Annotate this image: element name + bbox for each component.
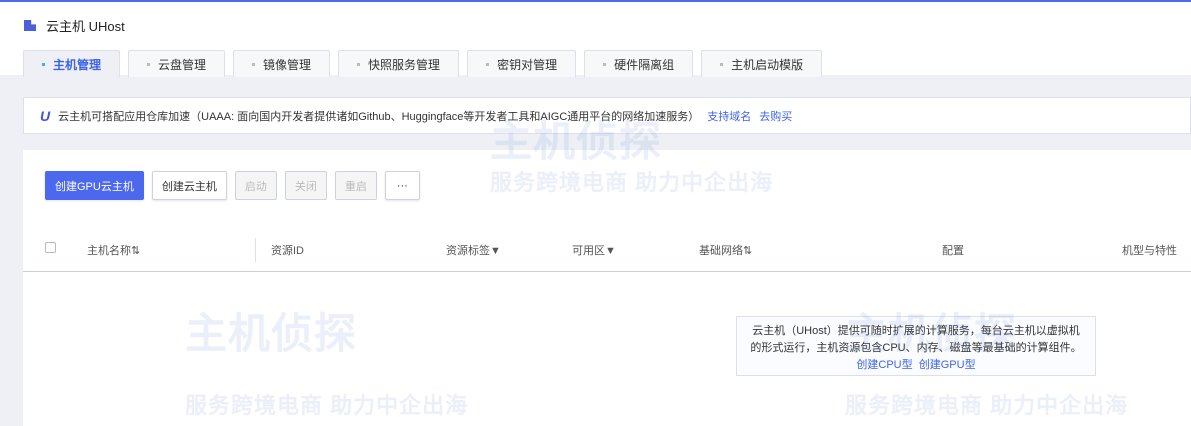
empty-state: 云主机（UHost）提供可随时扩展的计算服务，每台云主机以虚拟机 的形式运行，主… — [736, 316, 1096, 376]
dot-icon — [357, 62, 361, 66]
dot-icon — [147, 62, 151, 66]
buy-link[interactable]: 去购买 — [759, 108, 792, 124]
col-resource-id: 资源ID — [271, 245, 304, 257]
tab-image-management[interactable]: 镜像管理 — [233, 50, 331, 77]
column-divider — [255, 238, 256, 262]
col-machine-type: 机型与特性 — [1122, 245, 1177, 257]
notice-banner: U 云主机可搭配应用仓库加速（UAAA: 面向国内开发者提供诸如Github、H… — [23, 97, 1191, 134]
col-resource-tags[interactable]: 资源标签▼ — [446, 242, 501, 258]
more-button[interactable]: ··· — [384, 171, 420, 200]
dot-icon — [603, 62, 607, 66]
page-title: 云主机 UHost — [24, 16, 125, 35]
create-host-button[interactable]: 创建云主机 — [151, 171, 227, 200]
create-gpu-link[interactable]: 创建GPU型 — [919, 359, 976, 371]
select-all-checkbox[interactable] — [45, 242, 56, 253]
tab-disk-management[interactable]: 云盘管理 — [128, 50, 226, 77]
uhost-icon — [24, 20, 36, 31]
col-config: 配置 — [942, 245, 964, 257]
table-header: 主机名称⇅ 资源ID 资源标签▼ 可用区▼ 基础网络⇅ 配置 机型与特性 — [23, 230, 1191, 272]
tab-isolation-group[interactable]: 硬件隔离组 — [584, 50, 694, 77]
start-button[interactable]: 启动 — [234, 171, 277, 200]
supported-domains-link[interactable]: 支持域名 — [707, 108, 751, 124]
tab-launch-template[interactable]: 主机启动模版 — [701, 50, 823, 77]
page-header: 云主机 UHost 主机管理 云盘管理 镜像管理 快照服务管理 密钥对管理 硬件… — [0, 0, 1191, 77]
col-host-name[interactable]: 主机名称⇅ — [87, 242, 140, 258]
tab-snapshot-management[interactable]: 快照服务管理 — [338, 50, 460, 77]
tab-host-management[interactable]: 主机管理 — [23, 50, 121, 77]
toolbar: 创建GPU云主机 创建云主机 启动 关闭 重启 ··· — [45, 171, 420, 200]
tab-keypair-management[interactable]: 密钥对管理 — [467, 50, 577, 77]
dot-icon — [42, 62, 45, 66]
restart-button[interactable]: 重启 — [334, 171, 377, 200]
dot-icon — [720, 62, 724, 66]
col-zone[interactable]: 可用区▼ — [572, 242, 616, 258]
stop-button[interactable]: 关闭 — [284, 171, 327, 200]
tab-bar: 主机管理 云盘管理 镜像管理 快照服务管理 密钥对管理 硬件隔离组 主机启动模版 — [23, 50, 823, 77]
host-list-card: 创建GPU云主机 创建云主机 启动 关闭 重启 ··· 主机名称⇅ 资源ID 资… — [23, 150, 1191, 426]
uaaa-icon: U — [40, 107, 51, 124]
create-gpu-host-button[interactable]: 创建GPU云主机 — [45, 171, 144, 200]
dot-icon — [252, 62, 256, 66]
create-cpu-link[interactable]: 创建CPU型 — [856, 359, 912, 371]
dot-icon — [486, 62, 490, 66]
col-network[interactable]: 基础网络⇅ — [699, 242, 752, 258]
